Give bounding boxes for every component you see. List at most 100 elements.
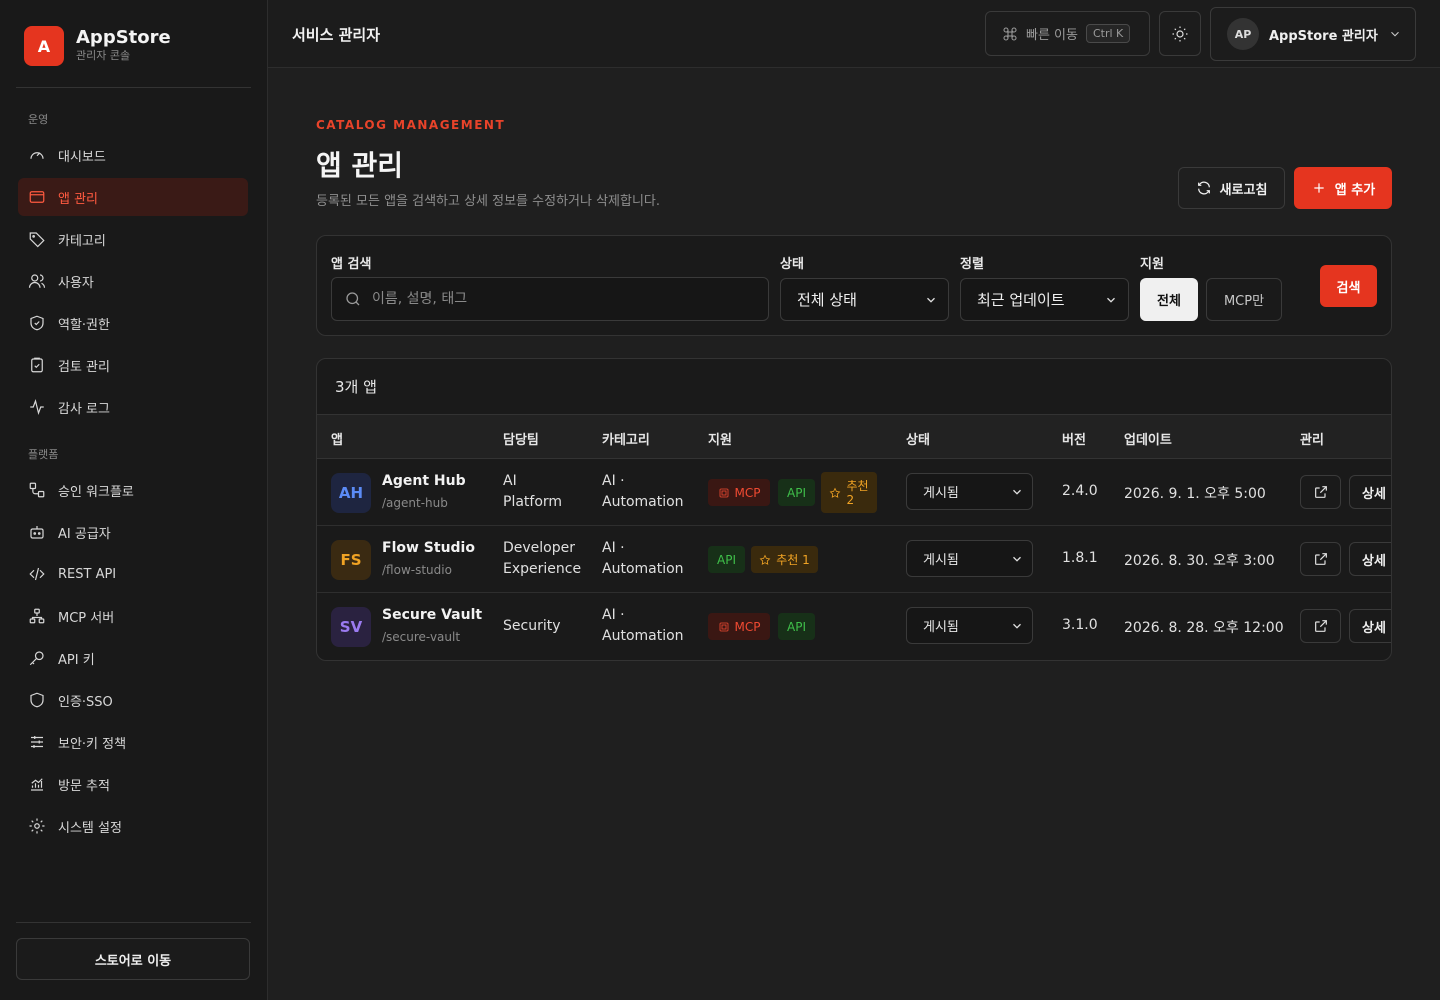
sliders-icon bbox=[31, 736, 43, 748]
sidebar-item-dashboard[interactable]: 대시보드 bbox=[18, 136, 248, 174]
mcp-badge: MCP bbox=[708, 613, 770, 640]
team-cell: Security bbox=[503, 616, 561, 637]
app-count: 3개 앱 bbox=[335, 378, 377, 396]
go-to-store-button[interactable]: 스토어로 이동 bbox=[16, 938, 250, 980]
brand-logo: A bbox=[24, 26, 64, 66]
sidebar-item-workflow[interactable]: 승인 워크플로 bbox=[18, 471, 248, 509]
activity-icon bbox=[30, 398, 44, 416]
sidebar-item-api-keys[interactable]: API 키 bbox=[18, 639, 248, 677]
category-cell: AI · Automation bbox=[602, 538, 684, 580]
team-line: Experience bbox=[503, 561, 582, 577]
category-line: AI · bbox=[602, 473, 625, 489]
sun-icon bbox=[1172, 26, 1188, 41]
status-select[interactable]: 전체 상태 bbox=[780, 278, 949, 321]
users-icon bbox=[28, 274, 46, 288]
status-select[interactable]: 게시됨 bbox=[906, 473, 1033, 510]
chevron-down-icon bbox=[1390, 31, 1399, 37]
user-menu[interactable]: AP AppStore 관리자 bbox=[1210, 7, 1416, 61]
sidebar-divider bbox=[16, 87, 251, 88]
recommend-count: 2 bbox=[846, 492, 855, 507]
team-cell: AI Platform bbox=[503, 471, 562, 513]
workflow-icon bbox=[29, 482, 45, 498]
brand-name: AppStore bbox=[76, 27, 171, 48]
col-version: 버전 bbox=[1062, 433, 1086, 448]
support-all-toggle[interactable]: 전체 bbox=[1140, 278, 1198, 321]
theme-toggle-button[interactable] bbox=[1159, 11, 1201, 56]
category-line: Automation bbox=[602, 628, 684, 644]
topbar-title: 서비스 관리자 bbox=[292, 26, 381, 44]
open-external-button[interactable] bbox=[1300, 542, 1341, 576]
sidebar-divider bbox=[16, 922, 251, 923]
updated-at: 2026. 8. 28. 오후 12:00 bbox=[1124, 620, 1284, 636]
status-value: 게시됨 bbox=[923, 553, 959, 568]
server-icon bbox=[719, 488, 728, 497]
updated-at: 2026. 9. 1. 오후 5:00 bbox=[1124, 486, 1266, 502]
app-name[interactable]: Agent Hub bbox=[382, 473, 466, 489]
sidebar-item-users[interactable]: 사용자 bbox=[18, 262, 248, 300]
status-label: 상태 bbox=[780, 257, 804, 272]
clipboard-check-icon bbox=[31, 357, 43, 373]
recommend-label: 추천 bbox=[846, 478, 869, 493]
command-icon bbox=[1003, 26, 1017, 41]
sidebar-item-mcp-servers[interactable]: MCP 서버 bbox=[18, 597, 248, 635]
app-slug: /secure-vault bbox=[382, 630, 461, 644]
open-external-button[interactable] bbox=[1300, 475, 1341, 509]
quick-nav-button[interactable]: 빠른 이동 Ctrl K bbox=[985, 11, 1150, 56]
search-button[interactable]: 검색 bbox=[1320, 265, 1377, 307]
sidebar-item-apps[interactable]: 앱 관리 bbox=[18, 178, 248, 216]
chevron-down-icon bbox=[927, 297, 935, 303]
sidebar-item-roles[interactable]: 역할·권한 bbox=[18, 304, 248, 342]
open-external-button[interactable] bbox=[1300, 609, 1341, 643]
category-line: AI · bbox=[602, 607, 625, 623]
avatar: AP bbox=[1227, 18, 1259, 50]
category-line: AI · bbox=[602, 540, 625, 556]
status-select[interactable]: 게시됨 bbox=[906, 607, 1033, 644]
external-link-icon bbox=[1314, 620, 1327, 632]
sidebar-item-audit-log[interactable]: 감사 로그 bbox=[18, 388, 248, 426]
sidebar: A AppStore 관리자 콘솔 운영 대시보드 앱 관리 카테고리 사용자 … bbox=[0, 0, 268, 1000]
sort-select[interactable]: 최근 업데이트 bbox=[960, 278, 1129, 321]
server-icon bbox=[719, 622, 728, 631]
external-link-icon bbox=[1314, 486, 1327, 498]
sidebar-item-label: REST API bbox=[58, 566, 117, 582]
gauge-icon bbox=[30, 152, 44, 159]
sidebar-item-auth-sso[interactable]: 인증·SSO bbox=[18, 681, 248, 719]
detail-button[interactable]: 상세 · bbox=[1349, 542, 1391, 576]
detail-button[interactable]: 상세 · bbox=[1349, 609, 1391, 643]
team-line: Platform bbox=[503, 494, 563, 510]
refresh-button[interactable]: 새로고침 bbox=[1178, 167, 1285, 209]
gear-icon bbox=[29, 818, 45, 834]
sidebar-item-label: MCP 서버 bbox=[58, 610, 115, 626]
star-icon bbox=[830, 487, 841, 498]
app-name[interactable]: Secure Vault bbox=[382, 607, 482, 623]
sidebar-item-system-settings[interactable]: 시스템 설정 bbox=[18, 807, 248, 845]
api-badge: API bbox=[708, 546, 745, 573]
table-header: 앱 담당팀 카테고리 지원 상태 버전 업데이트 관리 bbox=[317, 414, 1391, 459]
app-name[interactable]: Flow Studio bbox=[382, 540, 475, 556]
sidebar-item-visit-tracking[interactable]: 방문 추적 bbox=[18, 765, 248, 803]
page-eyebrow: CATALOG MANAGEMENT bbox=[316, 118, 506, 132]
search-field[interactable] bbox=[331, 277, 769, 321]
external-link-icon bbox=[1314, 553, 1327, 565]
app-icon: AH bbox=[331, 473, 371, 513]
sidebar-item-categories[interactable]: 카테고리 bbox=[18, 220, 248, 258]
support-mcp-toggle[interactable]: MCP만 bbox=[1206, 278, 1282, 321]
status-select[interactable]: 게시됨 bbox=[906, 540, 1033, 577]
sidebar-item-label: 방문 추적 bbox=[58, 778, 110, 794]
col-category: 카테고리 bbox=[602, 433, 650, 448]
detail-button[interactable]: 상세 · bbox=[1349, 475, 1391, 509]
chevron-down-icon bbox=[1013, 623, 1021, 629]
chart-icon bbox=[31, 778, 43, 791]
sidebar-item-ai-providers[interactable]: AI 공급자 bbox=[18, 513, 248, 551]
apps-table: 3개 앱 앱 담당팀 카테고리 지원 상태 버전 업데이트 관리 AH Agen… bbox=[316, 358, 1392, 661]
user-name: AppStore 관리자 bbox=[1269, 28, 1378, 44]
search-input[interactable] bbox=[372, 291, 732, 307]
status-select-value: 전체 상태 bbox=[797, 291, 857, 309]
sidebar-item-label: 시스템 설정 bbox=[58, 820, 122, 836]
sidebar-item-security-policy[interactable]: 보안·키 정책 bbox=[18, 723, 248, 761]
brand[interactable]: A AppStore 관리자 콘솔 bbox=[24, 26, 171, 66]
sidebar-item-reviews[interactable]: 검토 관리 bbox=[18, 346, 248, 384]
sidebar-item-rest-api[interactable]: REST API bbox=[18, 555, 248, 593]
col-updated: 업데이트 bbox=[1124, 433, 1172, 448]
add-app-button[interactable]: 앱 추가 bbox=[1294, 167, 1392, 209]
